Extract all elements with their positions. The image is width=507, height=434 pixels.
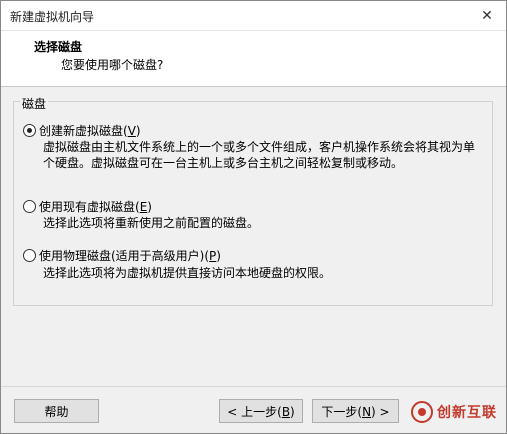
option-label[interactable]: 使用现有虚拟磁盘(E)	[39, 198, 152, 215]
option-use-existing-disk[interactable]: 使用现有虚拟磁盘(E)	[23, 198, 152, 215]
option-use-physical-disk[interactable]: 使用物理磁盘(适用于高级用户)(P)	[23, 247, 221, 264]
radio-create-new[interactable]	[23, 124, 36, 137]
page-subtitle: 您要使用哪个磁盘?	[61, 58, 164, 72]
help-button[interactable]: 帮助	[14, 399, 99, 423]
next-button[interactable]: 下一步(N) >	[312, 399, 399, 423]
back-button[interactable]: < 上一步(B)	[219, 399, 303, 423]
close-button[interactable]: ✕	[474, 4, 500, 28]
option-label[interactable]: 使用物理磁盘(适用于高级用户)(P)	[39, 247, 221, 264]
option-description: 选择此选项将重新使用之前配置的磁盘。	[43, 216, 260, 230]
option-label[interactable]: 创建新虚拟磁盘(V)	[39, 122, 141, 139]
option-create-new-disk[interactable]: 创建新虚拟磁盘(V)	[23, 122, 141, 139]
page-title: 选择磁盘	[34, 40, 83, 54]
option-description: 虚拟磁盘由主机文件系统上的一个或多个文件组成，客户机操作系统会将其视为单 个硬盘…	[43, 140, 476, 170]
window-title: 新建虚拟机向导	[10, 10, 95, 24]
footer-divider	[1, 386, 506, 387]
wizard-header: 选择磁盘 您要使用哪个磁盘?	[1, 31, 506, 87]
radio-use-physical[interactable]	[23, 249, 36, 262]
option-description: 选择此选项将为虚拟机提供直接访问本地硬盘的权限。	[43, 266, 332, 280]
title-bar: 新建虚拟机向导 ✕	[1, 1, 506, 31]
radio-use-existing[interactable]	[23, 200, 36, 213]
wizard-window: 新建虚拟机向导 ✕ 选择磁盘 您要使用哪个磁盘? 磁盘 创建新虚拟磁盘(V) 虚…	[0, 0, 507, 434]
logo-icon	[411, 401, 433, 423]
watermark: 创新互联	[411, 401, 497, 423]
watermark-text: 创新互联	[437, 405, 497, 421]
group-label: 磁盘	[20, 95, 49, 112]
